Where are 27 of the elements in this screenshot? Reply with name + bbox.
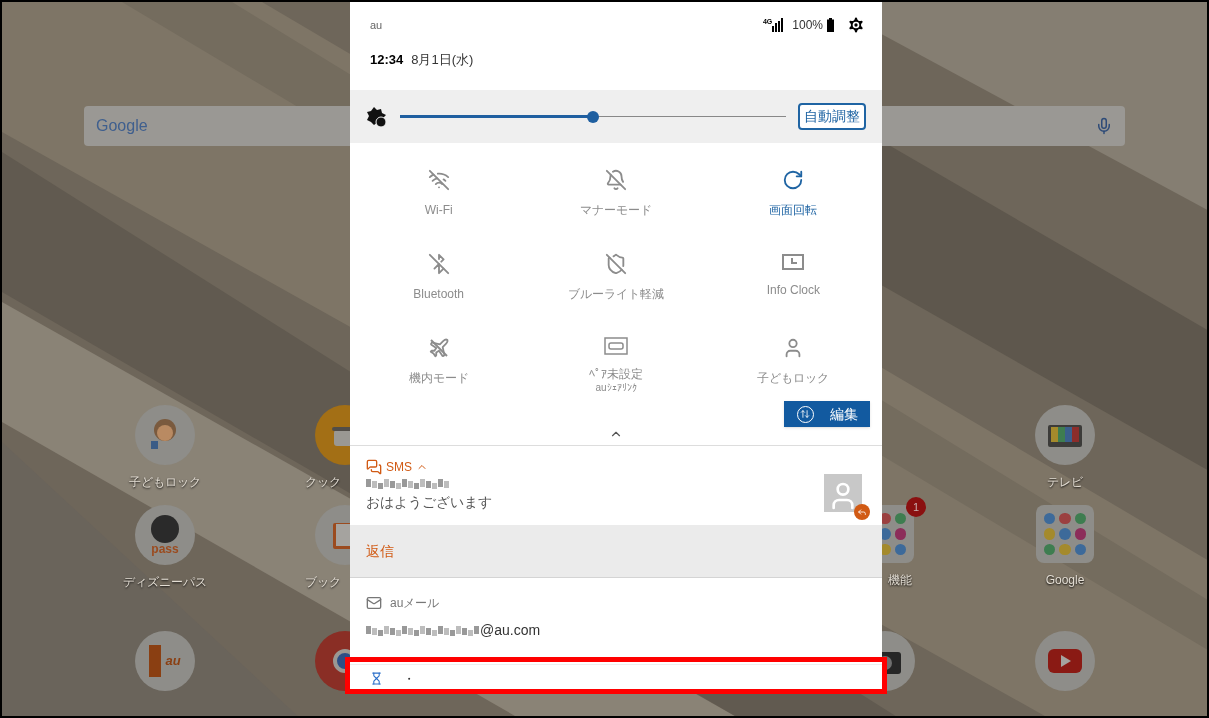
app-label: 子どもロック	[129, 474, 201, 491]
search-logo: Google	[96, 116, 148, 136]
tile-label: Wi-Fi	[424, 203, 453, 218]
app-name: SMS	[386, 459, 412, 476]
app-label: ディズニーパス	[123, 574, 207, 591]
app-label: 機能	[888, 572, 912, 589]
tile-label: ﾍﾟｱ未設定	[589, 367, 643, 382]
carrier-label: au	[370, 17, 383, 33]
time-text: 12:34	[370, 51, 404, 70]
tile-label: 子どもロック	[757, 371, 830, 386]
email-address: @au.com	[480, 621, 541, 640]
app-label: クック	[305, 474, 341, 491]
tile-label: 機内モード	[408, 371, 469, 386]
tile-sublabel: auｼｪｱﾘﾝｸ	[595, 382, 637, 395]
app-label: テレビ	[1047, 474, 1083, 491]
app-name: auメール	[390, 595, 440, 612]
battery-percent: 100%	[792, 17, 823, 34]
tile-label: ブルーライト軽減	[568, 287, 664, 302]
tile-label: Bluetooth	[413, 287, 464, 302]
tile-label: Info Clock	[766, 283, 820, 298]
app-label: Google	[1045, 572, 1085, 589]
tile-label: 画面回転	[769, 203, 818, 218]
date-text: 8月1日(水)	[411, 51, 474, 70]
tile-label: マナーモード	[580, 203, 652, 218]
message-text: おはようございます	[366, 493, 493, 512]
app-label: ブック	[305, 574, 341, 591]
notification-text: ・	[403, 670, 415, 688]
